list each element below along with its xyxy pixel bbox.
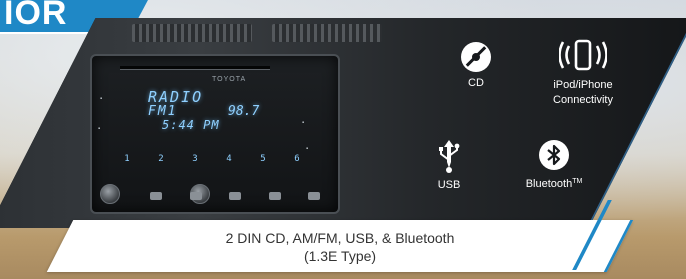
preset-buttons: 1 2 3 4 5 6 xyxy=(122,154,302,168)
feature-bluetooth-label: Bluetooth xyxy=(525,178,573,190)
corner-tab-text: IOR xyxy=(4,0,68,32)
side-button-mark: ▪ xyxy=(100,96,103,102)
control-button xyxy=(229,192,241,200)
feature-ipod-label-line1: iPod/iPhone xyxy=(553,79,613,91)
lcd-display: RADIO FM1 98.7 5:44 PM xyxy=(148,88,268,138)
control-button xyxy=(189,192,202,200)
air-vent-left xyxy=(132,24,252,42)
lcd-frequency: 98.7 xyxy=(228,104,260,119)
feature-usb-label: USB xyxy=(437,179,461,191)
feature-cd-label: CD xyxy=(468,77,484,89)
preset-button: 4 xyxy=(226,154,232,164)
control-buttons xyxy=(150,192,320,204)
caption: 2 DIN CD, AM/FM, USB, & Bluetooth (1.3E … xyxy=(60,229,620,269)
preset-button: 1 xyxy=(124,154,130,164)
lcd-clock: 5:44 PM xyxy=(162,118,220,132)
usb-icon xyxy=(439,140,460,173)
feature-cd: CD xyxy=(446,42,506,91)
bluetooth-icon xyxy=(539,140,569,170)
feature-ipod-label-line2: Connectivity xyxy=(553,94,613,106)
control-button xyxy=(268,192,281,200)
preset-button: 6 xyxy=(294,154,300,164)
caption-line1: 2 DIN CD, AM/FM, USB, & Bluetooth xyxy=(225,230,455,246)
cd-slot xyxy=(120,66,270,70)
power-volume-knob xyxy=(100,184,120,204)
feature-ipod-iphone: iPod/iPhone Connectivity xyxy=(528,38,638,108)
control-button xyxy=(150,192,162,200)
preset-button: 2 xyxy=(158,154,164,164)
trademark-mark: TM xyxy=(572,178,583,185)
cd-disc-icon xyxy=(461,42,491,72)
side-button-mark: ▪ xyxy=(302,120,305,126)
iphone-connectivity-icon xyxy=(559,39,607,71)
control-button xyxy=(308,192,320,200)
caption-line2: (1.3E Type) xyxy=(303,248,377,264)
air-vent-right xyxy=(272,24,382,42)
lcd-band: FM1 xyxy=(148,104,178,119)
preset-button: 3 xyxy=(192,154,198,164)
side-button-mark: ▪ xyxy=(98,126,101,132)
feature-bluetooth: BluetoothTM xyxy=(506,140,602,192)
feature-usb: USB xyxy=(424,138,474,193)
preset-button: 5 xyxy=(260,154,266,164)
stereo-unit: TOYOTA ▪ ▪ ▪ ▪ RADIO FM1 98.7 5:44 PM 1 … xyxy=(90,54,340,214)
stereo-brand: TOYOTA xyxy=(212,76,247,83)
side-button-mark: ▪ xyxy=(306,146,309,152)
